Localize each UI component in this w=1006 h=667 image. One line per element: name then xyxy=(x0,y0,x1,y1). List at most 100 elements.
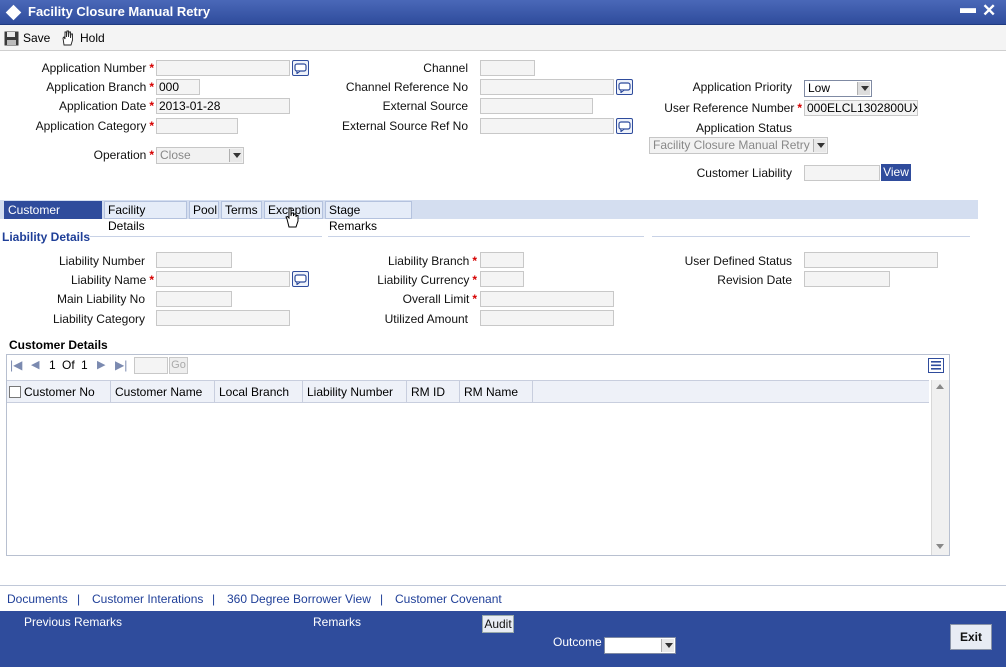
application-category-field[interactable] xyxy=(156,118,238,134)
page-current: 1 xyxy=(49,358,56,372)
hand-cursor-icon xyxy=(285,207,299,228)
previous-remarks-label[interactable]: Previous Remarks xyxy=(24,615,122,629)
column-header-rm-name[interactable]: RM Name xyxy=(460,381,533,403)
footer-bar: Previous Remarks Remarks Audit Outcome E… xyxy=(0,611,1006,667)
external-source-ref-field[interactable] xyxy=(480,118,614,134)
tab-pool[interactable]: Pool xyxy=(189,201,219,219)
channel-field[interactable] xyxy=(480,60,535,76)
scroll-up-icon[interactable] xyxy=(936,384,944,389)
tab-terms[interactable]: Terms xyxy=(221,201,262,219)
toolbar: Save Hold xyxy=(0,25,1006,51)
scroll-down-icon[interactable] xyxy=(936,544,944,549)
column-header-local-branch[interactable]: Local Branch xyxy=(215,381,303,403)
external-source-field[interactable] xyxy=(480,98,593,114)
user-defined-status-field[interactable] xyxy=(804,252,938,268)
application-number-field[interactable] xyxy=(156,60,290,76)
operation-label: Operation * xyxy=(93,148,154,162)
prev-page-icon[interactable]: ◀ xyxy=(31,358,39,371)
column-header-customer-name[interactable]: Customer Name xyxy=(111,381,215,403)
link-documents[interactable]: Documents xyxy=(7,592,68,606)
channel-reference-field[interactable] xyxy=(480,79,614,95)
speech-bubble-icon xyxy=(618,121,631,132)
remarks-label[interactable]: Remarks xyxy=(313,615,361,629)
section-divider xyxy=(652,236,970,237)
speech-bubble-icon xyxy=(294,274,307,285)
title-bar: Facility Closure Manual Retry ▬ ✕ xyxy=(0,0,1006,25)
application-priority-select[interactable]: Low xyxy=(804,80,872,97)
minimize-icon[interactable]: ▬ xyxy=(960,0,976,18)
hold-button[interactable]: Hold xyxy=(60,29,105,47)
speech-bubble-icon xyxy=(294,63,307,74)
application-branch-label: Application Branch * xyxy=(46,80,154,94)
go-button[interactable]: Go xyxy=(169,357,188,374)
chevron-down-icon xyxy=(229,149,242,162)
liability-category-field[interactable] xyxy=(156,310,290,326)
operation-select[interactable]: Close xyxy=(156,147,244,164)
user-reference-label: User Reference Number * xyxy=(664,101,802,115)
select-all-checkbox[interactable] xyxy=(9,386,21,398)
liability-currency-field[interactable] xyxy=(480,271,524,287)
liability-number-field[interactable] xyxy=(156,252,232,268)
tab-stage-remarks[interactable]: Stage Remarks xyxy=(325,201,412,233)
application-status-label: Application Status xyxy=(695,121,792,135)
customer-liability-field[interactable] xyxy=(804,165,880,181)
application-branch-field[interactable]: 000 xyxy=(156,79,200,95)
utilized-amount-field[interactable] xyxy=(480,310,614,326)
overall-limit-field[interactable] xyxy=(480,291,614,307)
grid-scrollbar[interactable] xyxy=(931,380,949,555)
main-liability-label: Main Liability No xyxy=(56,292,145,306)
link-separator: | xyxy=(77,592,81,606)
application-status-select[interactable]: Facility Closure Manual Retry xyxy=(649,137,828,154)
column-header-liability-number[interactable]: Liability Number xyxy=(303,381,407,403)
user-reference-field[interactable]: 000ELCL1302800UX xyxy=(804,100,918,116)
link-customer-covenant[interactable]: Customer Covenant xyxy=(395,592,502,606)
channel-reference-label: Channel Reference No xyxy=(345,80,468,94)
link-360-degree-view[interactable]: 360 Degree Borrower View xyxy=(227,592,371,606)
page-total: 1 xyxy=(81,358,88,372)
link-separator: | xyxy=(380,592,384,606)
external-source-ref-label: External Source Ref No xyxy=(341,119,468,133)
revision-date-field[interactable] xyxy=(804,271,890,287)
save-button[interactable]: Save xyxy=(4,29,50,47)
column-header-rm-id[interactable]: RM ID xyxy=(407,381,460,403)
audit-button[interactable]: Audit xyxy=(482,615,514,633)
liability-branch-label: Liability Branch * xyxy=(387,254,477,268)
tab-customer-details[interactable]: Customer Details xyxy=(4,201,102,233)
tab-facility-details[interactable]: Facility Details xyxy=(104,201,187,233)
liability-section-title: Liability Details xyxy=(2,230,91,244)
page-number-input[interactable] xyxy=(134,357,168,374)
grid-settings-icon[interactable] xyxy=(928,358,944,373)
liability-name-field[interactable] xyxy=(156,271,290,287)
application-number-label: Application Number * xyxy=(41,61,154,75)
first-page-icon[interactable]: |◀ xyxy=(10,358,22,372)
speech-bubble-icon xyxy=(618,82,631,93)
exit-button[interactable]: Exit xyxy=(950,624,992,650)
user-defined-status-label: User Defined Status xyxy=(684,254,792,268)
main-liability-field[interactable] xyxy=(156,291,232,307)
overall-limit-label: Overall Limit * xyxy=(402,292,477,306)
application-category-label: Application Category * xyxy=(35,119,154,133)
external-source-ref-lov-button[interactable] xyxy=(616,118,633,134)
next-page-icon[interactable]: ▶ xyxy=(97,358,105,371)
save-icon xyxy=(4,31,19,45)
save-label: Save xyxy=(23,31,51,45)
chevron-down-icon xyxy=(857,82,870,95)
hold-label: Hold xyxy=(80,31,105,45)
last-page-icon[interactable]: ▶| xyxy=(115,358,127,372)
column-header-customer-no[interactable]: Customer No xyxy=(7,381,111,403)
application-date-field[interactable]: 2013-01-28 xyxy=(156,98,290,114)
close-icon[interactable]: ✕ xyxy=(982,1,996,21)
grid-pagination: |◀ ◀ 1 Of 1 ▶ ▶| Go xyxy=(7,355,949,377)
application-date-label: Application Date * xyxy=(58,99,154,113)
utilized-amount-label: Utilized Amount xyxy=(384,312,468,326)
link-customer-interations[interactable]: Customer Interations xyxy=(92,592,203,606)
liability-name-lov-button[interactable] xyxy=(292,271,309,287)
view-button[interactable]: View xyxy=(881,164,911,181)
liability-branch-field[interactable] xyxy=(480,252,524,268)
section-divider xyxy=(328,236,644,237)
liability-category-label: Liability Category xyxy=(52,312,145,326)
channel-reference-lov-button[interactable] xyxy=(616,79,633,95)
outcome-select[interactable] xyxy=(604,637,676,654)
application-number-lov-button[interactable] xyxy=(292,60,309,76)
customer-liability-label: Customer Liability xyxy=(696,166,792,180)
